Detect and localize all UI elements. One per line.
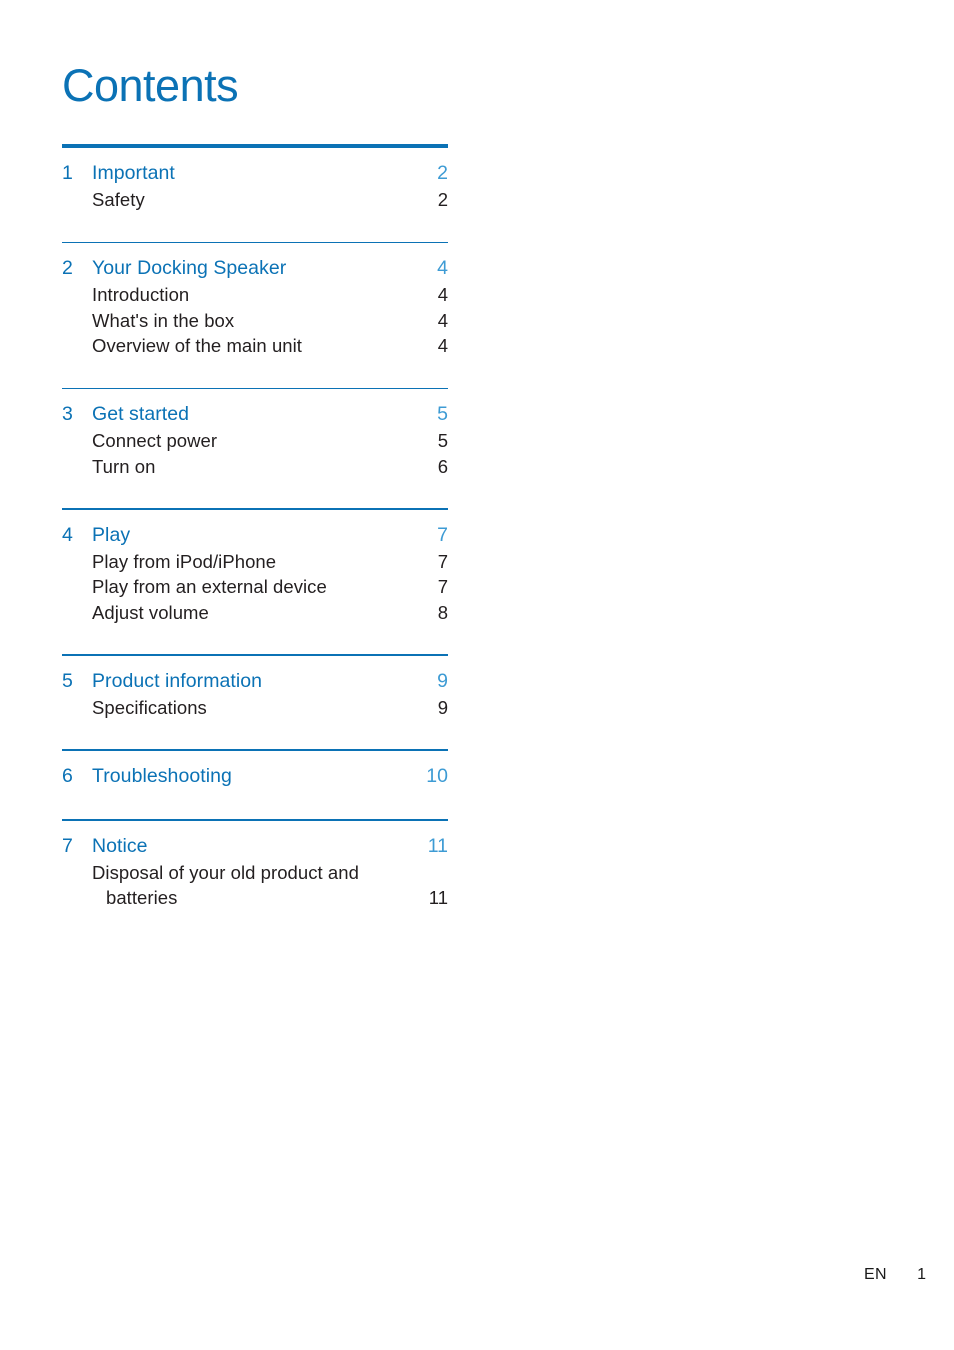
section-title: Get started: [92, 403, 190, 426]
page-title: Contents: [62, 60, 239, 111]
section-page-number: 5: [437, 403, 448, 426]
toc-entry[interactable]: Disposal of your old product and batteri…: [62, 860, 448, 911]
footer-language: EN: [863, 1266, 887, 1283]
entry-label-line-2: batteries: [106, 887, 178, 909]
section-page-number: 2: [437, 162, 448, 184]
section-page-number: 4: [437, 257, 448, 280]
section-title: Product information: [92, 669, 263, 692]
toc-entry[interactable]: Play from an external device 7: [62, 574, 448, 600]
toc-section-heading[interactable]: 4 Play 7: [62, 510, 448, 549]
section-title: Notice: [92, 834, 148, 857]
section-title: Play: [92, 523, 131, 546]
toc-entry[interactable]: Play from iPod/iPhone 7: [62, 549, 448, 575]
toc-entry[interactable]: Overview of the main unit 4: [62, 333, 448, 359]
toc-section-heading[interactable]: 6 Troubleshooting 10: [62, 751, 448, 790]
section-number: 2: [62, 257, 73, 280]
entry-page-number: 4: [437, 335, 448, 357]
entry-label: Specifications: [92, 696, 207, 718]
entry-page-number: 8: [437, 601, 448, 623]
toc-section: 7 Notice 11 Disposal of your old product…: [62, 818, 448, 911]
entry-page-number: 9: [437, 696, 448, 718]
entry-label-line-1: Disposal of your old product and: [92, 861, 359, 883]
entry-label: Turn on: [92, 455, 156, 477]
toc-entry[interactable]: Introduction 4: [62, 282, 448, 308]
entry-label: Adjust volume: [92, 601, 209, 623]
toc-section: 5 Product information 9 Specifications 9: [62, 654, 448, 749]
section-number: 5: [62, 669, 73, 692]
section-number: 3: [62, 403, 73, 426]
section-title: Important: [92, 162, 175, 184]
toc-entry[interactable]: Specifications 9: [62, 695, 448, 721]
entry-page-number: 5: [437, 430, 448, 452]
entry-label: Safety: [92, 189, 145, 210]
footer-page-number: 1: [917, 1266, 926, 1283]
toc-entry[interactable]: What's in the box 4: [62, 308, 448, 334]
section-page-number: 9: [437, 669, 448, 692]
toc-section: 3 Get started 5 Connect power 5 Turn on …: [62, 387, 448, 509]
entry-label: Overview of the main unit: [92, 335, 302, 357]
entry-label: Play from an external device: [92, 576, 327, 598]
entry-page-number: 4: [437, 309, 448, 331]
section-title: Your Docking Speaker: [92, 257, 287, 280]
entry-page-number: 7: [437, 550, 448, 572]
toc-section-heading[interactable]: 1 Important 2: [62, 148, 448, 187]
toc-entry[interactable]: Safety 2: [62, 187, 448, 213]
toc-entry[interactable]: Adjust volume 8: [62, 600, 448, 626]
entry-page-number: 2: [437, 189, 448, 210]
entry-page-number: 4: [437, 284, 448, 306]
section-page-number: 10: [426, 764, 448, 787]
toc-entry[interactable]: Turn on 6: [62, 454, 448, 480]
section-number: 4: [62, 523, 73, 546]
document-page: Contents 1 Important 2 Safety 2 2 Your D…: [0, 0, 954, 1350]
entry-page-number: 6: [437, 455, 448, 477]
entry-label: Play from iPod/iPhone: [92, 550, 277, 572]
section-number: 6: [62, 764, 73, 787]
toc-section: 4 Play 7 Play from iPod/iPhone 7 Play fr…: [62, 508, 448, 654]
table-of-contents: 1 Important 2 Safety 2 2 Your Docking Sp…: [62, 144, 448, 911]
section-page-number: 7: [437, 523, 448, 546]
entry-label: Connect power: [92, 430, 218, 452]
entry-page-number: 11: [428, 887, 448, 909]
entry-label: Introduction: [92, 284, 190, 306]
toc-entry[interactable]: Connect power 5: [62, 428, 448, 454]
section-number: 7: [62, 834, 73, 857]
section-page-number: 11: [427, 834, 448, 857]
toc-section: 2 Your Docking Speaker 4 Introduction 4 …: [62, 241, 448, 388]
toc-section: 6 Troubleshooting 10: [62, 749, 448, 819]
entry-label: Disposal of your old product and batteri…: [92, 860, 422, 911]
section-title: Troubleshooting: [92, 764, 232, 787]
entry-label: What's in the box: [92, 309, 235, 331]
toc-section-heading[interactable]: 2 Your Docking Speaker 4: [62, 243, 448, 282]
toc-section-heading[interactable]: 3 Get started 5: [62, 389, 448, 428]
section-number: 1: [62, 162, 73, 184]
toc-section-heading[interactable]: 7 Notice 11: [62, 821, 448, 860]
toc-section-heading[interactable]: 5 Product information 9: [62, 656, 448, 695]
entry-page-number: 7: [437, 576, 448, 598]
page-footer: EN 1: [0, 1264, 954, 1288]
toc-section: 1 Important 2 Safety 2: [62, 144, 448, 242]
